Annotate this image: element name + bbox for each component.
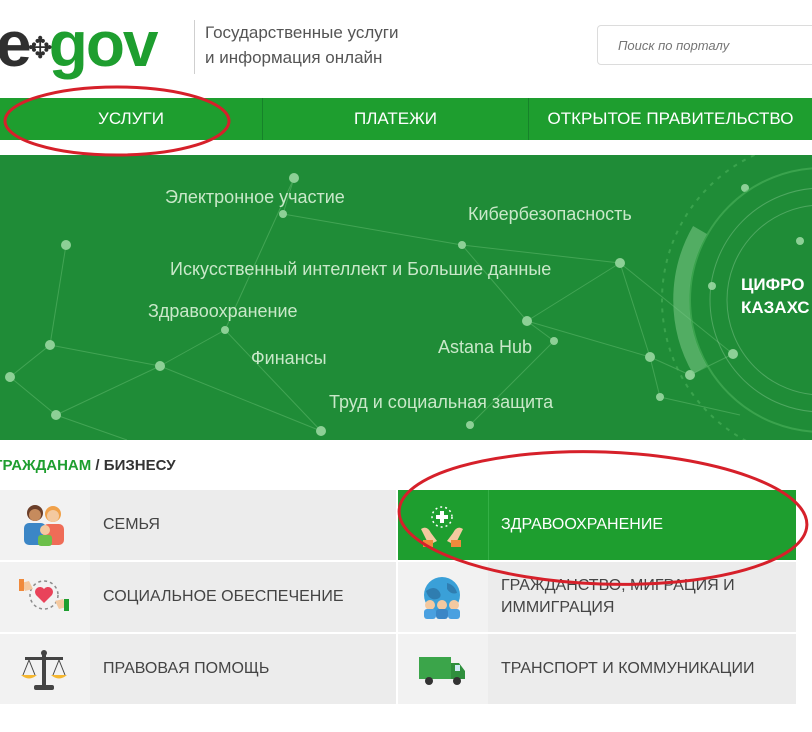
category-transport[interactable]: Транспорт и коммуникации <box>398 634 796 704</box>
category-healthcare[interactable]: Здравоохранение <box>398 490 796 560</box>
category-label: Гражданство, миграция и иммиграция <box>501 577 735 616</box>
nav-open-government[interactable]: Открытое правительство <box>529 98 812 140</box>
banner-topic-labor: Труд и социальная защита <box>329 392 554 412</box>
logo-e: e <box>0 8 32 80</box>
banner-topic-finance: Финансы <box>251 348 327 368</box>
audience-citizens[interactable]: Гражданам <box>0 457 91 474</box>
banner-topic-e-participation: Электронное участие <box>165 187 345 207</box>
nav-payments[interactable]: Платежи <box>263 98 529 140</box>
logo-dot-icon: ✥ <box>27 32 53 66</box>
category-label: Социальное обеспечение <box>103 588 344 605</box>
logo-gov: gov <box>48 8 159 80</box>
banner-digital-kazakhstan: ЦИФРО КАЗАХС <box>741 273 810 319</box>
site-tagline: Государственные услуги и информация онла… <box>205 20 398 70</box>
egov-logo[interactable]: e✥gov <box>0 8 190 80</box>
hero-banner[interactable]: Электронное участие Кибербезопасность Ис… <box>0 155 812 440</box>
banner-digital-line-2: КАЗАХС <box>741 298 810 317</box>
banner-topic-healthcare: Здравоохранение <box>148 301 298 321</box>
category-label: Транспорт и коммуникации <box>501 660 755 677</box>
audience-separator: / <box>91 457 104 474</box>
audience-business[interactable]: Бизнесу <box>104 457 176 474</box>
family-icon <box>24 505 64 546</box>
header-divider <box>194 20 195 74</box>
healthcare-hands-icon <box>421 506 463 547</box>
category-family[interactable]: Семья <box>0 490 396 560</box>
truck-icon <box>419 657 465 685</box>
category-label: Правовая помощь <box>103 660 270 677</box>
audience-switcher: Гражданам / Бизнесу <box>0 457 176 474</box>
social-support-heart-icon <box>19 579 69 611</box>
tagline-line-2: и информация онлайн <box>205 48 383 67</box>
banner-digital-line-1: ЦИФРО <box>741 275 805 294</box>
banner-topic-ai-big-data: Искусственный интеллект и Большие данные <box>170 259 552 279</box>
search-input[interactable] <box>597 25 812 65</box>
category-legal-aid[interactable]: Правовая помощь <box>0 634 396 704</box>
category-label: Здравоохранение <box>501 516 663 533</box>
tagline-line-1: Государственные услуги <box>205 23 399 42</box>
main-nav: Услуги Платежи Открытое правительство <box>0 98 812 140</box>
category-label: Семья <box>103 516 160 533</box>
legal-scales-icon <box>21 650 67 690</box>
banner-topic-astana-hub: Astana Hub <box>438 337 533 357</box>
category-social-security[interactable]: Социальное обеспечение <box>0 562 396 632</box>
banner-topic-cybersecurity: Кибербезопасность <box>468 204 632 224</box>
nav-services[interactable]: Услуги <box>0 98 263 140</box>
category-citizenship-migration[interactable]: Гражданство, миграция и иммиграция <box>398 562 796 632</box>
citizenship-globe-icon <box>424 577 460 619</box>
